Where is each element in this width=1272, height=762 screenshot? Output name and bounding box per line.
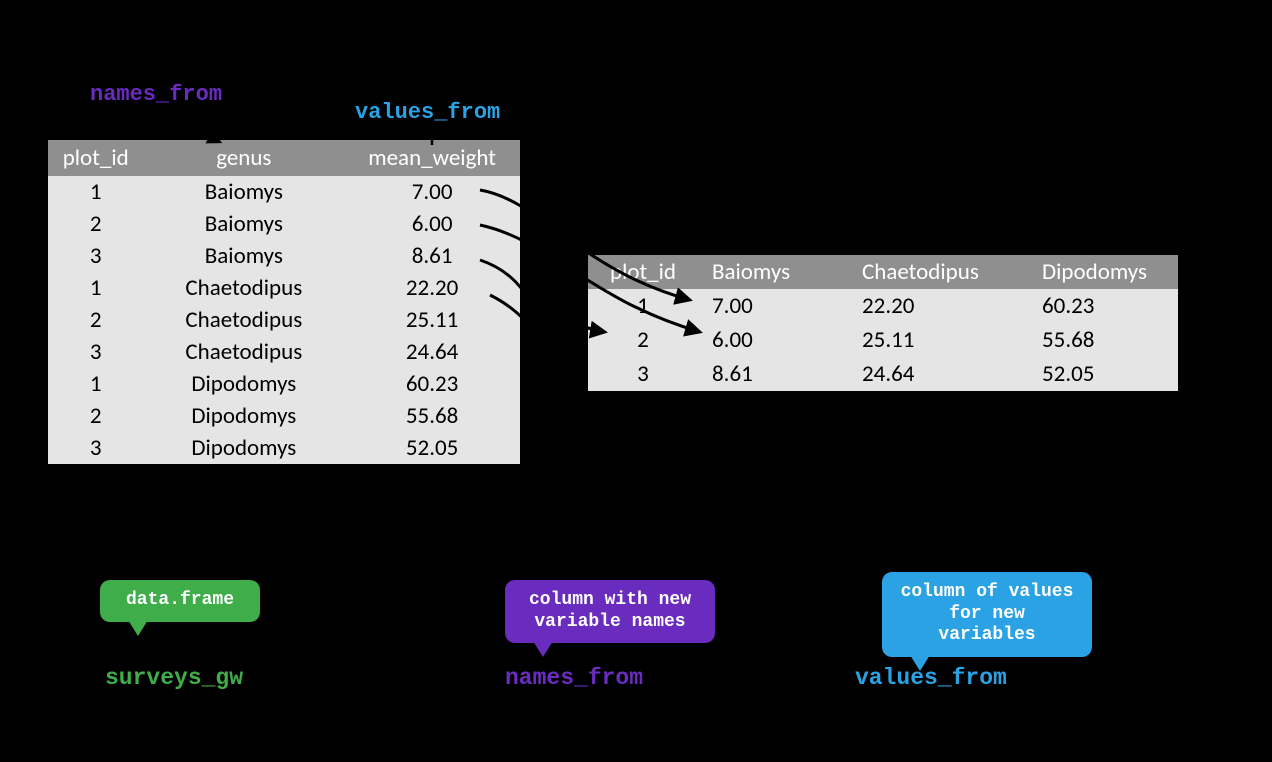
table-row: 2Dipodomys55.68 [48,400,520,432]
table-row: 17.0022.2060.23 [588,289,1178,323]
bubble-names-from: column with new variable names [505,580,715,643]
wide-th-chaetodipus: Chaetodipus [848,255,1028,289]
bubble-values-from: column of values for new variables [882,572,1092,657]
label-values-from: values_from [355,100,500,125]
table-row: 3Chaetodipus24.64 [48,336,520,368]
long-th-meanweight: mean_weight [344,140,520,176]
wide-th-baiomys: Baiomys [698,255,848,289]
label-surveys-gw: surveys_gw [105,665,243,691]
long-th-genus: genus [143,140,344,176]
table-row: 1Chaetodipus22.20 [48,272,520,304]
table-row: 26.0025.1155.68 [588,323,1178,357]
wide-th-dipodomys: Dipodomys [1028,255,1178,289]
long-th-plotid: plot_id [48,140,143,176]
wide-th-plotid: plot_id [588,255,698,289]
table-row: 2Chaetodipus25.11 [48,304,520,336]
wide-table: plot_id Baiomys Chaetodipus Dipodomys 17… [588,255,1178,391]
bubble-dataframe: data.frame [100,580,260,622]
arrow-names-from [160,110,220,142]
table-row: 1Dipodomys60.23 [48,368,520,400]
table-row: 38.6124.6452.05 [588,357,1178,391]
label-values-from-bottom: values_from [855,665,1007,691]
table-row: 3Dipodomys52.05 [48,432,520,464]
long-table: plot_id genus mean_weight 1Baiomys7.00 2… [48,140,520,464]
table-row: 3Baiomys8.61 [48,240,520,272]
label-names-from-bottom: names_from [505,665,643,691]
table-row: 1Baiomys7.00 [48,176,520,208]
table-row: 2Baiomys6.00 [48,208,520,240]
label-names-from: names_from [90,82,222,107]
